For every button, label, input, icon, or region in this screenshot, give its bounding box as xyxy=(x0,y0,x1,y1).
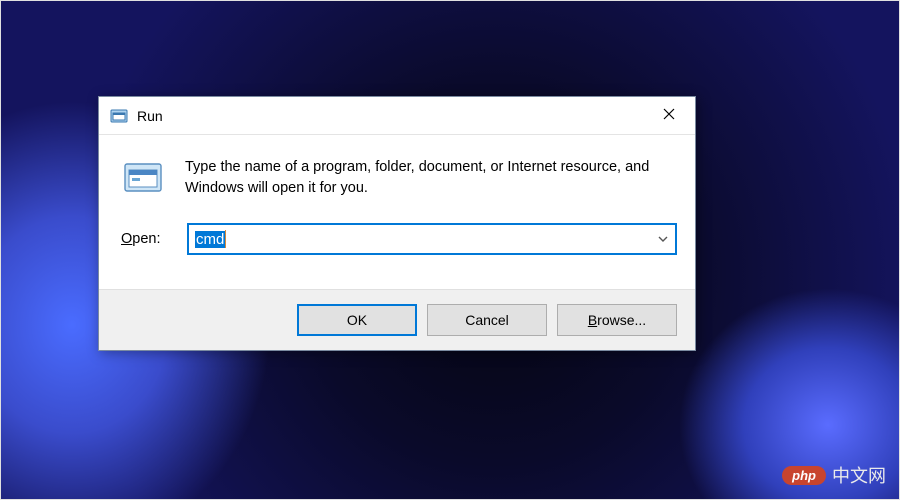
run-titlebar-icon xyxy=(109,106,129,126)
watermark-text: 中文网 xyxy=(832,462,886,488)
close-button[interactable] xyxy=(645,97,693,134)
browse-button[interactable]: Browse... xyxy=(557,304,677,336)
ok-button[interactable]: OK xyxy=(297,304,417,336)
text-caret xyxy=(225,230,226,248)
open-input-selection: cmd xyxy=(195,231,225,248)
open-input[interactable]: cmd xyxy=(189,225,649,253)
run-dialog: Run Type the name of a program, folder, … xyxy=(98,96,696,351)
cancel-button[interactable]: Cancel xyxy=(427,304,547,336)
close-icon xyxy=(663,107,675,125)
button-bar: OK Cancel Browse... xyxy=(99,289,695,350)
chevron-down-icon xyxy=(658,233,668,245)
dialog-title: Run xyxy=(137,108,645,124)
open-label: Open: xyxy=(121,231,173,247)
watermark: php 中文网 xyxy=(782,462,886,488)
dialog-body: Type the name of a program, folder, docu… xyxy=(99,135,695,289)
open-combobox[interactable]: cmd xyxy=(187,223,677,255)
help-text: Type the name of a program, folder, docu… xyxy=(185,157,677,199)
titlebar[interactable]: Run xyxy=(99,97,695,135)
run-icon xyxy=(121,157,167,199)
watermark-badge: php xyxy=(782,466,826,485)
combo-dropdown-button[interactable] xyxy=(649,225,675,253)
